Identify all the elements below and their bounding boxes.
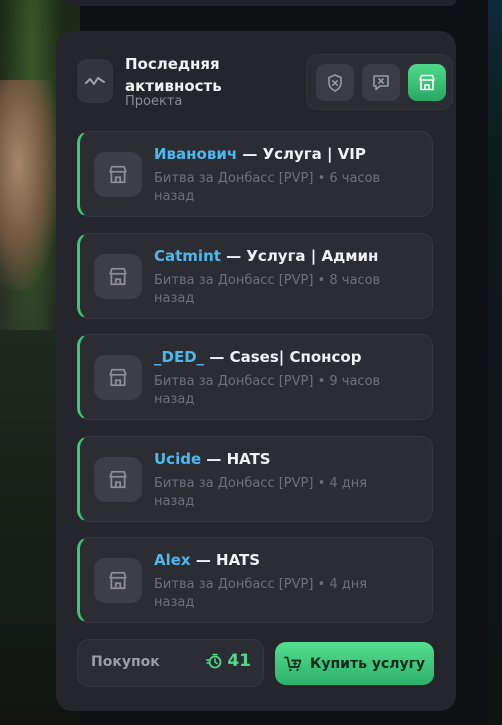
store-icon xyxy=(419,74,435,91)
activity-meta: Битва за Донбасс [PVP] • 8 часов назад xyxy=(154,272,394,308)
shield-x-icon xyxy=(328,73,342,92)
filter-group xyxy=(306,54,453,110)
activity-server: Битва за Донбасс [PVP] xyxy=(154,273,314,288)
purchases-counter: Покупок 41 xyxy=(77,639,264,687)
panel-title: Последняя активность xyxy=(125,55,222,95)
buy-service-label: Купить услугу xyxy=(309,655,426,672)
activity-item[interactable]: Ucide — HATS Битва за Донбасс [PVP] • 4 д… xyxy=(77,436,433,522)
filter-store-button[interactable] xyxy=(408,64,446,101)
activity-meta: Битва за Донбасс [PVP] • 4 дня назад xyxy=(154,475,394,511)
activity-wave-icon xyxy=(77,59,113,103)
activity-service: — Услуга | VIP xyxy=(237,145,366,163)
activity-service: — HATS xyxy=(201,450,271,468)
activity-server: Битва за Донбасс [PVP] xyxy=(154,374,314,389)
purchases-label: Покупок xyxy=(91,654,160,670)
activity-title: Catmint — Услуга | Админ xyxy=(154,247,378,265)
purchases-value: 41 xyxy=(206,651,251,671)
activity-meta: Битва за Донбасс [PVP] • 9 часов назад xyxy=(154,373,394,409)
activity-service: — Услуга | Админ xyxy=(220,247,379,265)
previous-panel-edge xyxy=(64,0,456,6)
message-x-icon xyxy=(373,75,389,91)
activity-username[interactable]: Ucide xyxy=(154,450,201,468)
activity-server: Битва за Донбасс [PVP] xyxy=(154,171,314,186)
store-icon xyxy=(94,152,142,197)
activity-item[interactable]: Alex — HATS Битва за Донбасс [PVP] • 4 дн… xyxy=(77,537,433,623)
activity-service: — Cases| Спонсор xyxy=(204,348,362,366)
stopwatch-icon xyxy=(206,653,222,669)
activity-item[interactable]: Catmint — Услуга | Админ Битва за Донбасс… xyxy=(77,233,433,319)
activity-panel: Последняя активность Проекта Иванович — … xyxy=(56,31,456,711)
activity-meta: Битва за Донбасс [PVP] • 6 часов назад xyxy=(154,170,394,206)
store-icon xyxy=(94,254,142,299)
filter-message-button[interactable] xyxy=(362,64,400,101)
activity-service: — HATS xyxy=(190,551,261,569)
activity-title: _DED_ — Cases| Спонсор xyxy=(154,348,361,366)
activity-username[interactable]: Иванович xyxy=(154,145,237,163)
activity-header: Последняя активность Проекта xyxy=(77,53,453,111)
activity-server: Битва за Донбасс [PVP] xyxy=(154,476,314,491)
purchases-count: 41 xyxy=(227,651,251,671)
buy-service-button[interactable]: Купить услугу xyxy=(275,642,434,685)
activity-username[interactable]: _DED_ xyxy=(154,348,204,366)
store-icon xyxy=(94,457,142,502)
activity-username[interactable]: Catmint xyxy=(154,247,221,265)
activity-server: Битва за Донбасс [PVP] xyxy=(154,577,314,592)
character-portrait xyxy=(0,80,60,290)
store-icon xyxy=(94,355,142,400)
activity-meta: Битва за Донбасс [PVP] • 4 дня назад xyxy=(154,576,394,612)
panel-subtitle: Проекта xyxy=(125,94,183,109)
activity-title: Иванович — Услуга | VIP xyxy=(154,145,366,163)
activity-username[interactable]: Alex xyxy=(154,551,191,569)
filter-shield-button[interactable] xyxy=(316,64,354,101)
activity-item[interactable]: _DED_ — Cases| Спонсор Битва за Донбасс [… xyxy=(77,334,433,420)
activity-title: Ucide — HATS xyxy=(154,450,271,468)
cart-add-icon xyxy=(284,656,302,671)
background-right-edge xyxy=(488,0,502,725)
activity-title: Alex — HATS xyxy=(154,551,260,569)
store-icon xyxy=(94,558,142,603)
activity-item[interactable]: Иванович — Услуга | VIP Битва за Донбасс … xyxy=(77,131,433,217)
